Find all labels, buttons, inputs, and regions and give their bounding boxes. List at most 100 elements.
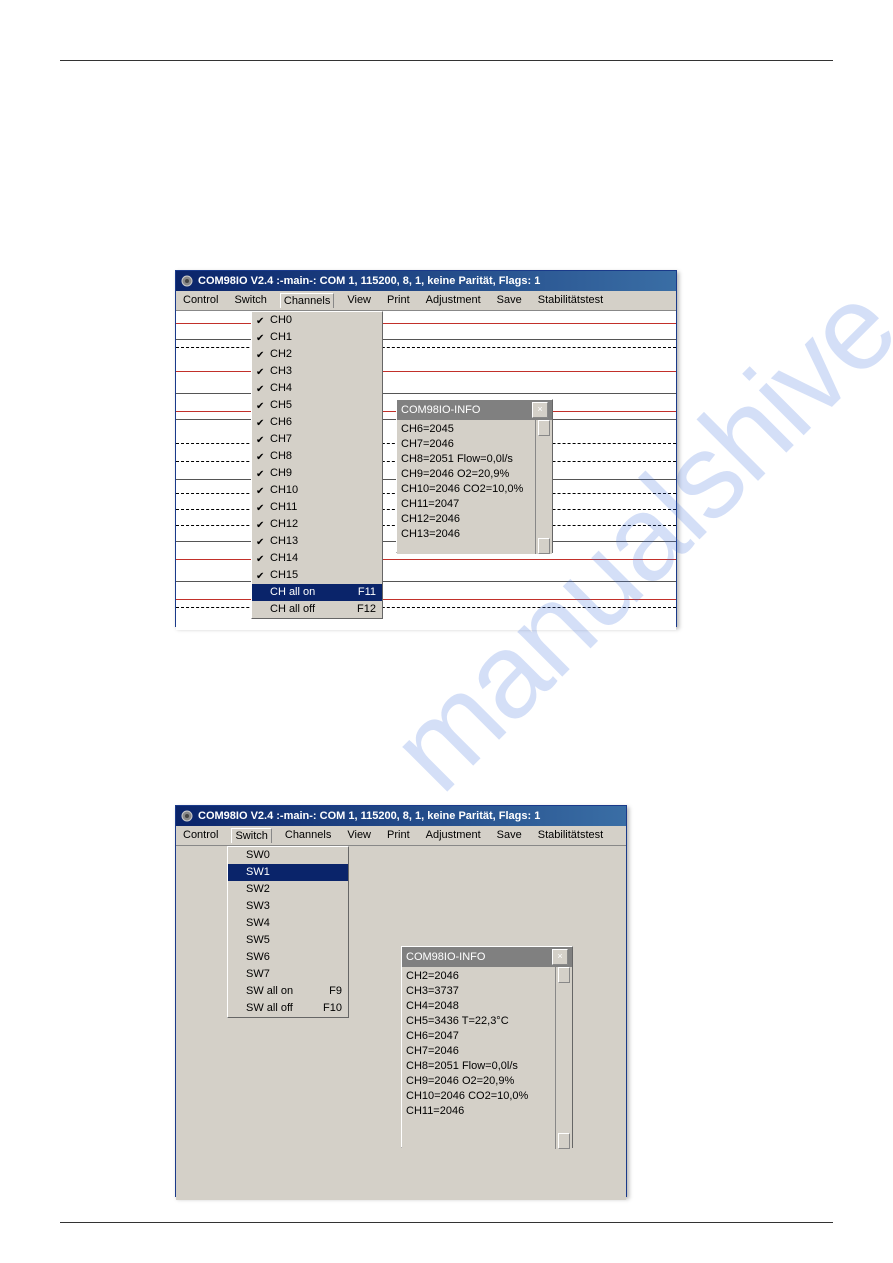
menu-item-label: SW all off bbox=[246, 1002, 293, 1014]
menu-save[interactable]: Save bbox=[494, 828, 525, 843]
menu-item-ch0[interactable]: ✔CH0 bbox=[252, 312, 382, 329]
menu-item-label: CH15 bbox=[270, 569, 298, 581]
info-row-ch11: CH11=2046 bbox=[406, 1104, 568, 1119]
menu-item-label: CH5 bbox=[270, 399, 292, 411]
menu-switch[interactable]: Switch bbox=[231, 828, 271, 843]
info-titlebar: COM98IO-INFO × bbox=[402, 947, 572, 967]
menu-item-label: SW6 bbox=[246, 951, 270, 963]
info-row-ch6: CH6=2045 bbox=[401, 422, 548, 437]
menu-item-label: SW3 bbox=[246, 900, 270, 912]
menu-item-sw2[interactable]: SW2 bbox=[228, 881, 348, 898]
menu-item-ch-all-off[interactable]: CH all offF12 bbox=[252, 601, 382, 618]
menu-channels[interactable]: Channels bbox=[282, 828, 334, 843]
menu-item-ch-all-on[interactable]: CH all onF11 bbox=[252, 584, 382, 601]
close-icon[interactable]: × bbox=[532, 402, 548, 418]
client-area: ✔CH0 ✔CH1 ✔CH2 ✔CH3 ✔CH4 ✔CH5 ✔CH6 ✔CH7 … bbox=[176, 311, 676, 630]
menu-adjustment[interactable]: Adjustment bbox=[423, 828, 484, 843]
info-row-ch4: CH4=2048 bbox=[406, 999, 568, 1014]
menu-item-sw1[interactable]: SW1 bbox=[228, 864, 348, 881]
menu-view[interactable]: View bbox=[344, 293, 374, 308]
menu-control[interactable]: Control bbox=[180, 828, 221, 843]
menu-item-sw5[interactable]: SW5 bbox=[228, 932, 348, 949]
info-row-ch2: CH2=2046 bbox=[406, 969, 568, 984]
menu-item-sw7[interactable]: SW7 bbox=[228, 966, 348, 983]
menu-item-sw0[interactable]: SW0 bbox=[228, 847, 348, 864]
scrollbar[interactable] bbox=[535, 420, 552, 554]
menu-item-label: CH7 bbox=[270, 433, 292, 445]
check-icon: ✔ bbox=[256, 416, 264, 431]
menu-item-ch15[interactable]: ✔ CH15 bbox=[252, 567, 382, 584]
menu-print[interactable]: Print bbox=[384, 293, 413, 308]
menu-item-ch5[interactable]: ✔ CH5 bbox=[252, 397, 382, 414]
info-row-ch11: CH11=2047 bbox=[401, 497, 548, 512]
menu-stabtest[interactable]: Stabilitätstest bbox=[535, 828, 606, 843]
menu-item-ch11[interactable]: ✔CH11 bbox=[252, 499, 382, 516]
switch-dropdown: SW0 SW1 SW2 SW3 SW4 SW5 SW6 SW7 SW all o… bbox=[227, 846, 349, 1018]
menu-stabtest[interactable]: Stabilitätstest bbox=[535, 293, 606, 308]
menu-item-ch13[interactable]: ✔CH13 bbox=[252, 533, 382, 550]
menu-control[interactable]: Control bbox=[180, 293, 221, 308]
menu-item-ch4[interactable]: ✔CH4 bbox=[252, 380, 382, 397]
menu-item-label: CH12 bbox=[270, 518, 298, 530]
menu-item-label: SW0 bbox=[246, 849, 270, 861]
menu-item-ch14[interactable]: ✔CH14 bbox=[252, 550, 382, 567]
check-icon: ✔ bbox=[256, 331, 264, 346]
check-icon: ✔ bbox=[256, 433, 264, 448]
menu-item-label: CH6 bbox=[270, 416, 292, 428]
channels-dropdown: ✔CH0 ✔CH1 ✔CH2 ✔CH3 ✔CH4 ✔CH5 ✔CH6 ✔CH7 … bbox=[251, 311, 383, 619]
menu-item-ch1[interactable]: ✔ CH1 bbox=[252, 329, 382, 346]
menu-print[interactable]: Print bbox=[384, 828, 413, 843]
menu-item-label: CH1 bbox=[270, 331, 292, 343]
app-icon bbox=[180, 809, 194, 823]
menu-item-ch2[interactable]: ✔CH2 bbox=[252, 346, 382, 363]
info-row-ch9: CH9=2046 O2=20,9% bbox=[401, 467, 548, 482]
menu-item-sw4[interactable]: SW4 bbox=[228, 915, 348, 932]
info-row-ch7: CH7=2046 bbox=[406, 1044, 568, 1059]
menubar: Control Switch Channels View Print Adjus… bbox=[176, 826, 626, 846]
menu-item-shortcut: F9 bbox=[319, 984, 342, 999]
menu-item-ch9[interactable]: ✔CH9 bbox=[252, 465, 382, 482]
menu-item-ch10[interactable]: ✔CH10 bbox=[252, 482, 382, 499]
menu-item-sw-all-off[interactable]: SW all off F10 bbox=[228, 1000, 348, 1017]
menu-item-label: SW4 bbox=[246, 917, 270, 929]
menu-item-label: CH9 bbox=[270, 467, 292, 479]
menu-view[interactable]: View bbox=[344, 828, 374, 843]
menu-item-ch3[interactable]: ✔CH3 bbox=[252, 363, 382, 380]
menu-item-ch8[interactable]: ✔ CH8 bbox=[252, 448, 382, 465]
menu-item-ch7[interactable]: ✔ CH7 bbox=[252, 431, 382, 448]
app-window-channels: COM98IO V2.4 :-main-: COM 1, 115200, 8, … bbox=[175, 270, 677, 627]
menu-channels[interactable]: Channels bbox=[280, 293, 334, 308]
check-icon: ✔ bbox=[256, 399, 264, 414]
menu-item-shortcut: F10 bbox=[313, 1001, 342, 1016]
menu-item-ch12[interactable]: ✔ CH12 bbox=[252, 516, 382, 533]
menu-item-label: SW7 bbox=[246, 968, 270, 980]
menu-switch[interactable]: Switch bbox=[231, 293, 269, 308]
check-icon: ✔ bbox=[256, 535, 264, 550]
info-panel[interactable]: COM98IO-INFO × CH6=2045 CH7=2046 CH8=205… bbox=[396, 399, 553, 553]
info-row-ch5: CH5=3436 T=22,3°C bbox=[406, 1014, 568, 1029]
menu-item-label: CH all off bbox=[270, 603, 315, 615]
titlebar: COM98IO V2.4 :-main-: COM 1, 115200, 8, … bbox=[176, 271, 676, 291]
menu-item-label: CH8 bbox=[270, 450, 292, 462]
menu-item-sw3[interactable]: SW3 bbox=[228, 898, 348, 915]
info-panel[interactable]: COM98IO-INFO × CH2=2046 CH3=3737 CH4=204… bbox=[401, 946, 573, 1148]
check-icon: ✔ bbox=[256, 450, 264, 465]
menu-item-sw-all-on[interactable]: SW all onF9 bbox=[228, 983, 348, 1000]
info-row-ch9: CH9=2046 O2=20,9% bbox=[406, 1074, 568, 1089]
menu-item-label: CH14 bbox=[270, 552, 298, 564]
check-icon: ✔ bbox=[256, 365, 264, 380]
close-icon[interactable]: × bbox=[552, 949, 568, 965]
menu-item-sw6[interactable]: SW6 bbox=[228, 949, 348, 966]
check-icon: ✔ bbox=[256, 484, 264, 499]
check-icon: ✔ bbox=[256, 382, 264, 397]
menu-item-ch6[interactable]: ✔ CH6 bbox=[252, 414, 382, 431]
check-icon: ✔ bbox=[256, 569, 264, 584]
titlebar: COM98IO V2.4 :-main-: COM 1, 115200, 8, … bbox=[176, 806, 626, 826]
menu-save[interactable]: Save bbox=[494, 293, 525, 308]
info-row-ch10: CH10=2046 CO2=10,0% bbox=[406, 1089, 568, 1104]
info-row-ch3: CH3=3737 bbox=[406, 984, 568, 999]
menu-adjustment[interactable]: Adjustment bbox=[423, 293, 484, 308]
scrollbar[interactable] bbox=[555, 967, 572, 1149]
check-icon: ✔ bbox=[256, 518, 264, 533]
menu-item-label: SW2 bbox=[246, 883, 270, 895]
